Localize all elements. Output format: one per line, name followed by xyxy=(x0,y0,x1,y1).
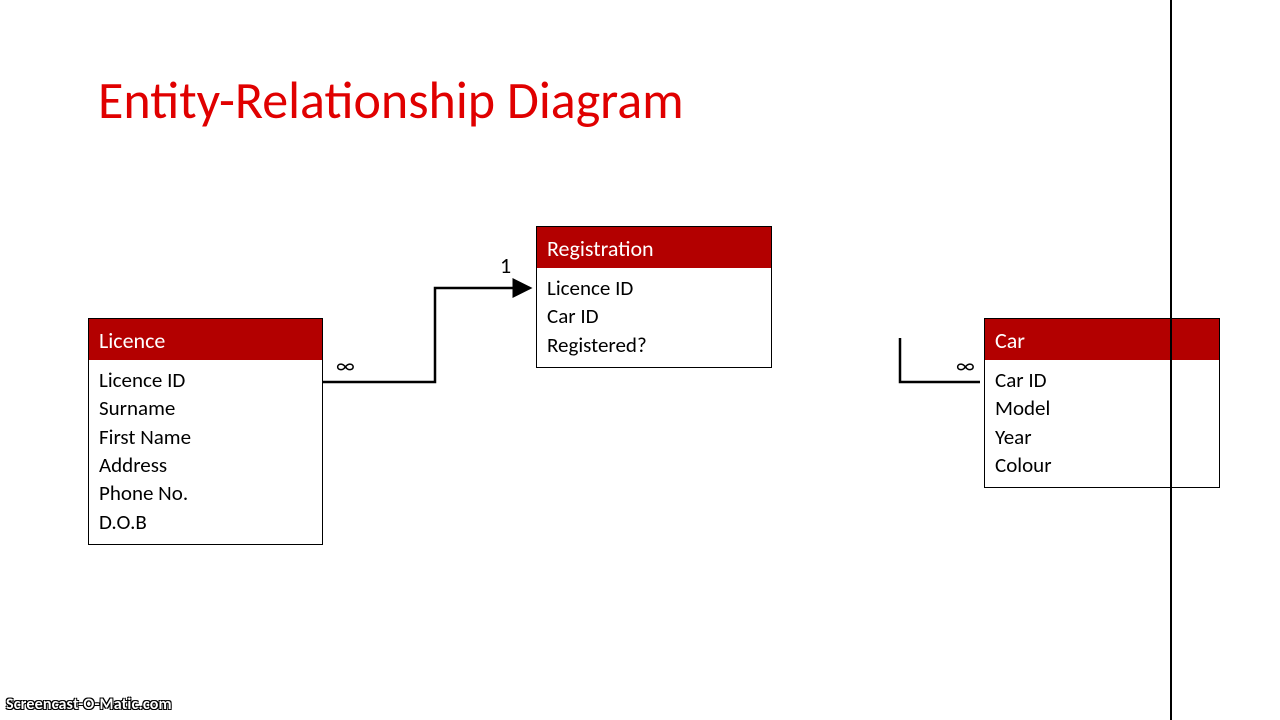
entity-attr: Registered? xyxy=(547,331,761,359)
entity-registration-body: Licence ID Car ID Registered? xyxy=(537,268,771,367)
entity-licence-header: Licence xyxy=(89,319,322,360)
entity-attr: Address xyxy=(99,451,312,479)
cardinality-one: 1 xyxy=(500,252,511,279)
entity-attr: Phone No. xyxy=(99,479,312,507)
entity-attr: Licence ID xyxy=(99,366,312,394)
cardinality-infinity-left: ∞ xyxy=(336,352,355,379)
entity-registration-header: Registration xyxy=(537,227,771,268)
entity-attr: D.O.B xyxy=(99,508,312,536)
entity-car: Car Car ID Model Year Colour xyxy=(984,318,1220,488)
entity-attr: Licence ID xyxy=(547,274,761,302)
entity-attr: First Name xyxy=(99,423,312,451)
slide-area: Entity-Relationship Diagram Licence Lice… xyxy=(0,0,1170,720)
entity-car-body: Car ID Model Year Colour xyxy=(985,360,1219,487)
entity-attr: Car ID xyxy=(995,366,1209,394)
entity-attr: Surname xyxy=(99,394,312,422)
entity-attr: Year xyxy=(995,423,1209,451)
entity-licence-body: Licence ID Surname First Name Address Ph… xyxy=(89,360,322,544)
entity-registration: Registration Licence ID Car ID Registere… xyxy=(536,226,772,368)
entity-car-header: Car xyxy=(985,319,1219,360)
cardinality-infinity-right: ∞ xyxy=(956,352,975,379)
entity-attr: Colour xyxy=(995,451,1209,479)
entity-licence: Licence Licence ID Surname First Name Ad… xyxy=(88,318,323,545)
entity-attr: Car ID xyxy=(547,302,761,330)
diagram-title: Entity-Relationship Diagram xyxy=(98,68,684,132)
entity-attr: Model xyxy=(995,394,1209,422)
vertical-divider xyxy=(1170,0,1172,720)
watermark-text: Screencast-O-Matic.com xyxy=(6,695,172,714)
